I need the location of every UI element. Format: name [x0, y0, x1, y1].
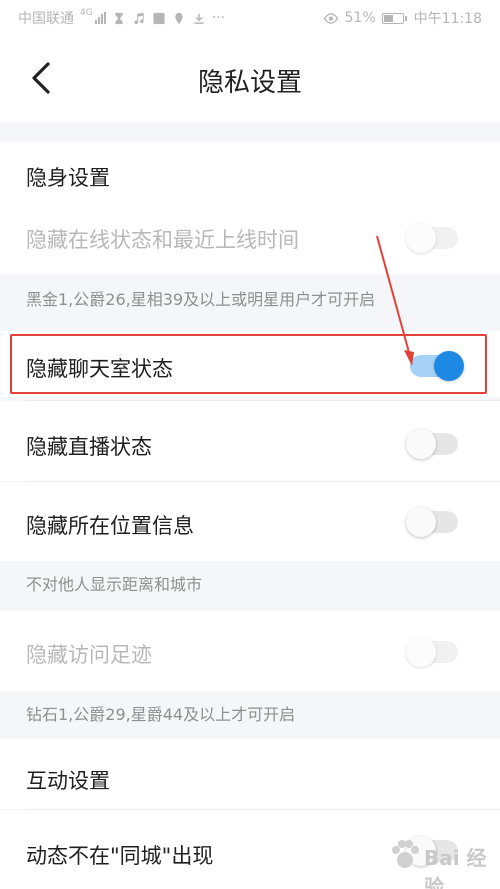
download-icon [194, 13, 204, 24]
hide-chatroom-toggle[interactable] [410, 351, 464, 381]
hide-live-toggle[interactable] [406, 429, 458, 459]
status-bar: 中国联通 4G ··· 51% 中午11:18 [0, 0, 500, 36]
toggle-knob [406, 429, 436, 459]
status-time: 中午11:18 [413, 11, 482, 27]
section-title: 隐身设置 [26, 166, 110, 190]
toggle-knob [406, 507, 436, 537]
note-text: 钻石1,公爵29,星爵44及以上才可开启 [26, 705, 296, 724]
watermark-logo: Bai 经验 [388, 834, 488, 889]
signal-icon [94, 12, 106, 24]
network-type: 4G [80, 8, 93, 18]
section-header-stealth: 隐身设置 [0, 142, 500, 198]
note-text: 黑金1,公爵26,星相39及以上或明星用户才可开启 [26, 290, 376, 309]
app-icon [153, 12, 165, 24]
hide-visit-toggle[interactable] [406, 637, 458, 667]
nav-bar: 隐私设置 [0, 36, 500, 122]
paw-icon [392, 840, 419, 868]
battery-percent: 51% [344, 10, 376, 26]
music-icon [134, 12, 144, 24]
setting-row-hide-online[interactable]: 隐藏在线状态和最近上线时间 [0, 198, 500, 274]
watermark-text: Bai 经验 [424, 846, 487, 889]
toggle-knob [406, 223, 436, 253]
setting-label: 隐藏聊天室状态 [26, 357, 173, 381]
toggle-knob [434, 351, 464, 381]
note-text: 不对他人显示距离和城市 [26, 575, 203, 594]
hourglass-icon [114, 12, 123, 24]
setting-label: 隐藏直播状态 [26, 435, 152, 459]
location-pin-icon [174, 12, 183, 24]
setting-label: 隐藏在线状态和最近上线时间 [26, 228, 299, 252]
hide-online-toggle[interactable] [406, 223, 458, 253]
setting-label: 隐藏访问足迹 [26, 643, 152, 667]
note-visit: 钻石1,公爵29,星爵44及以上才可开启 [0, 691, 500, 739]
status-right: 51% 中午11:18 [323, 8, 482, 28]
eye-icon [323, 12, 338, 24]
status-left: 中国联通 4G ··· [18, 8, 225, 28]
setting-label: 隐藏所在位置信息 [26, 514, 194, 538]
toggle-knob [406, 637, 436, 667]
note-online: 黑金1,公爵26,星相39及以上或明星用户才可开启 [0, 274, 500, 320]
note-location: 不对他人显示距离和城市 [0, 561, 500, 611]
battery-fill [383, 14, 393, 22]
section-gap [0, 122, 500, 142]
page-title: 隐私设置 [197, 68, 302, 98]
setting-label: 动态不在"同城"出现 [26, 844, 214, 868]
hide-location-toggle[interactable] [406, 507, 458, 537]
section-title: 互动设置 [26, 769, 110, 793]
carrier-name: 中国联通 [18, 11, 74, 27]
section-header-interaction: 互动设置 [0, 739, 500, 809]
more-icon: ··· [211, 10, 226, 26]
battery-icon [381, 12, 407, 24]
